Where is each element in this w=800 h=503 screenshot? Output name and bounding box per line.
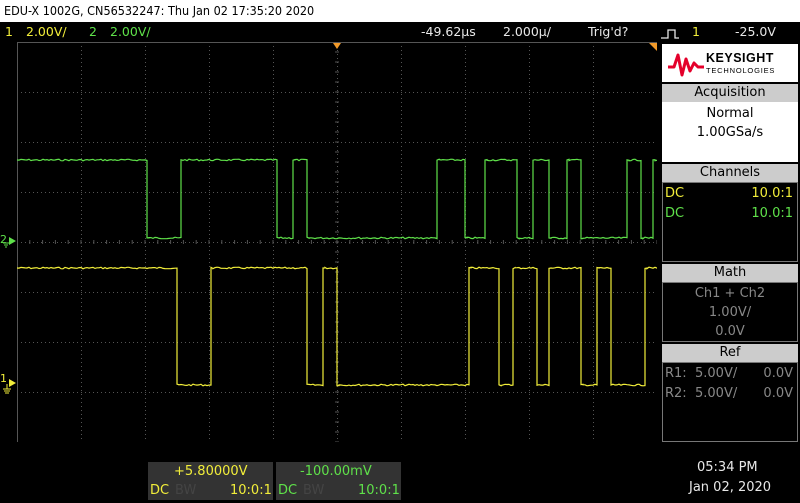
ch1-coupling: DC — [665, 186, 685, 201]
ch2-probe: 10.0:1 — [751, 206, 793, 221]
clock-date: Jan 02, 2020 — [689, 480, 772, 495]
acquisition-body: Normal 1.00GSa/s — [662, 102, 798, 162]
ref-header[interactable]: Ref — [662, 344, 798, 362]
logo-sub: TECHNOLOGIES — [706, 66, 776, 75]
side-panel: KEYSIGHT TECHNOLOGIES Acquisition Normal… — [660, 42, 800, 442]
ch2-coupling: DC — [665, 206, 685, 221]
bottom-bar: +5.80000V -100.00mV DC BW 10:0:1 DC BW 1… — [0, 442, 800, 503]
time-offset[interactable]: -49.62µs — [421, 22, 476, 42]
ch1-waveform — [16, 266, 658, 387]
r2-label: R2: — [665, 386, 687, 401]
keysight-wave-icon — [668, 53, 704, 77]
math-offset: 0.0V — [715, 324, 745, 339]
waveform-svg — [16, 41, 658, 443]
ch2-offset: -100.00mV — [300, 464, 372, 479]
math-body: Ch1 + Ch2 1.00V/ 0.0V — [662, 282, 798, 342]
ch2-coupling-bottom: DC — [278, 483, 298, 498]
ch1-scale[interactable]: 2.00V/ — [26, 22, 67, 42]
trigger-level-marker — [649, 43, 657, 51]
r2-offset: 0.0V — [763, 386, 793, 401]
clock-time: 05:34 PM — [697, 460, 758, 475]
ch1-bw-limit: BW — [175, 483, 197, 498]
keysight-logo: KEYSIGHT TECHNOLOGIES — [662, 44, 798, 82]
ch1-probe: 10.0:1 — [751, 186, 793, 201]
channels-header[interactable]: Channels — [662, 164, 798, 182]
ch1-ground-marker[interactable]: 1 — [0, 372, 17, 396]
logo-brand: KEYSIGHT — [706, 51, 774, 65]
r1-label: R1: — [665, 366, 687, 381]
channels-body: DC 10.0:1 DC 10.0:1 — [662, 182, 798, 262]
ch2-scale[interactable]: 2.00V/ — [110, 22, 151, 42]
r2-scale: 5.00V/ — [695, 386, 738, 401]
status-bar: 1 2.00V/ 2 2.00V/ -49.62µs 2.000µ/ Trig'… — [0, 22, 800, 42]
time-scale[interactable]: 2.000µ/ — [503, 22, 551, 42]
trigger-channel[interactable]: 1 — [692, 22, 700, 42]
ref-body: R1: 5.00V/ 0.0V R2: 5.00V/ 0.0V — [662, 362, 798, 442]
math-scale: 1.00V/ — [708, 305, 752, 320]
ch2-ground-marker[interactable]: 2 — [0, 233, 17, 248]
math-function: Ch1 + Ch2 — [694, 286, 766, 301]
acquisition-rate: 1.00GSa/s — [696, 125, 764, 140]
ch2-number[interactable]: 2 — [89, 22, 97, 42]
trigger-level[interactable]: -25.0V — [735, 22, 776, 42]
acquisition-mode: Normal — [706, 106, 754, 121]
math-header[interactable]: Math — [662, 264, 798, 282]
ch2-probe-bottom: 10:0:1 — [358, 483, 400, 498]
trigger-state: Trig'd? — [588, 24, 629, 39]
rising-edge-icon[interactable] — [660, 26, 680, 39]
ch1-probe-bottom: 10:0:1 — [230, 483, 272, 498]
title-text: EDU-X 1002G, CN56532247: Thu Jan 02 17:3… — [4, 3, 315, 18]
ch1-offset: +5.80000V — [174, 464, 248, 479]
acquisition-header[interactable]: Acquisition — [662, 84, 798, 102]
waveform-display[interactable] — [16, 41, 658, 443]
trigger-position-marker[interactable] — [333, 43, 341, 49]
title-bar: EDU-X 1002G, CN56532247: Thu Jan 02 17:3… — [0, 0, 800, 22]
r1-offset: 0.0V — [763, 366, 793, 381]
ch1-coupling-bottom: DC — [150, 483, 170, 498]
ch2-bw-limit: BW — [303, 483, 325, 498]
ch1-number[interactable]: 1 — [5, 22, 13, 42]
r1-scale: 5.00V/ — [695, 366, 738, 381]
